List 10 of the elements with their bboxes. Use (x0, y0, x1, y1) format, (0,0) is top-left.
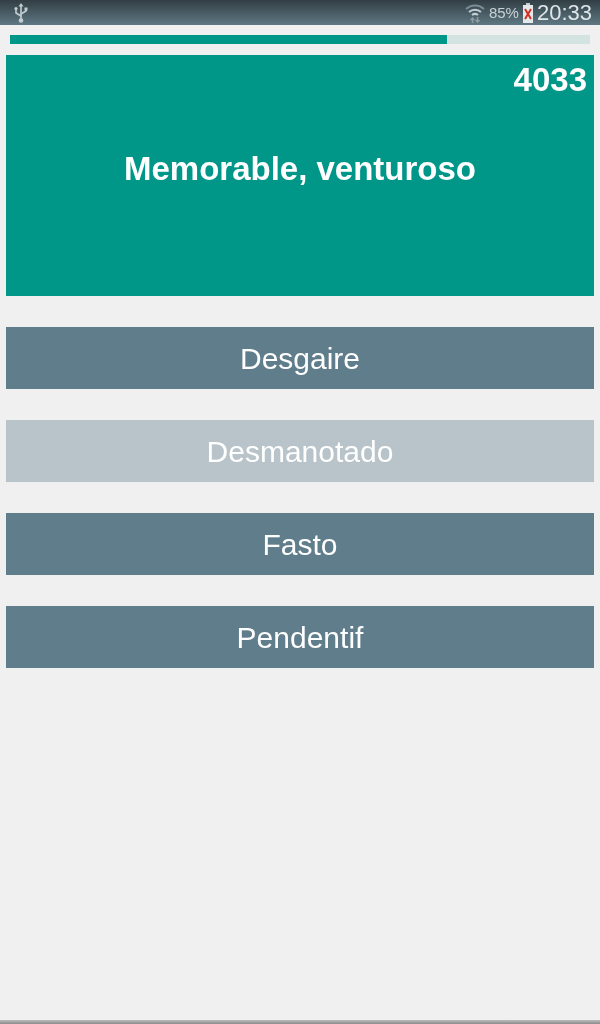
question-text: Memorable, venturoso (123, 151, 477, 188)
score-text: 4033 (513, 60, 588, 96)
answer-button[interactable]: Pendentif (6, 606, 594, 668)
clock-time: 20:33 (536, 1, 592, 24)
answer-button[interactable]: Fasto (6, 513, 594, 575)
battery-percent: 85% (488, 5, 519, 20)
answer-button[interactable]: Desgaire (6, 327, 594, 389)
usb-icon (14, 2, 28, 23)
battery-warning-icon (522, 2, 533, 23)
wifi-icon (464, 2, 485, 23)
